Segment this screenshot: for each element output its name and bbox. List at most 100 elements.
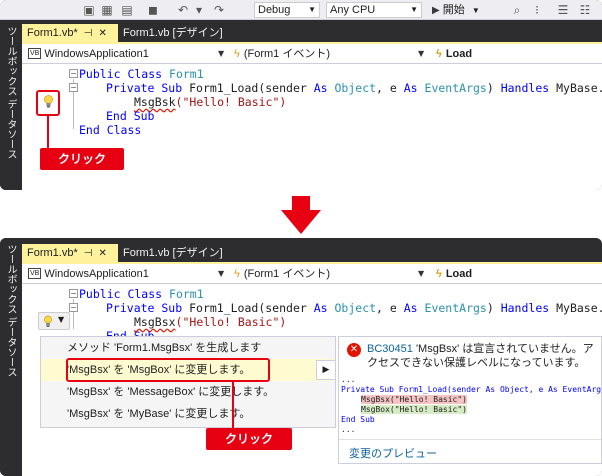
collapse-icon[interactable]: −	[69, 83, 78, 92]
object-value: (Form1 イベント)	[243, 268, 330, 280]
project-dropdown[interactable]: VB WindowsApplication1	[28, 44, 228, 64]
object-dropdown[interactable]: ϟ (Form1 イベント)	[234, 44, 424, 64]
code-line-sub: Private Sub Form1_Load(sender As Object,…	[106, 301, 602, 315]
menu-item-change-to-mybase[interactable]: 'MsgBsx' を 'MyBase' に変更します。	[41, 403, 335, 425]
tab-form1-vb[interactable]: Form1.vb* ⊣ ✕	[22, 244, 118, 262]
project-value: WindowsApplication1	[44, 268, 149, 280]
submenu-arrow-icon[interactable]: ▶	[316, 360, 336, 380]
chevron-down-icon[interactable]: ▾	[192, 3, 206, 17]
tab-form1-design[interactable]: Form1.vb [デザイン]	[118, 244, 258, 262]
member-dropdown[interactable]: ϟ Load	[436, 264, 602, 284]
chevron-down-icon[interactable]: ▼	[418, 264, 424, 284]
config-dropdown[interactable]: Debug ▼	[254, 2, 320, 18]
side-panel[interactable]: ツールボックス データソース	[0, 20, 20, 190]
preview-divider	[339, 439, 601, 440]
code-line-msgbox: MsgBsk("Hello! Basic")	[134, 95, 286, 109]
identifier: , e	[376, 301, 404, 315]
pin-icon[interactable]: ⊣	[84, 25, 93, 43]
code-line-class: Public Class Form1	[79, 67, 204, 81]
editor-gutter	[22, 64, 44, 190]
type-name: Object	[334, 81, 377, 95]
side-panel-label: ツールボックス データソース	[5, 26, 16, 160]
lightbulb-dropdown[interactable]: ▼	[38, 312, 70, 330]
identifier: )	[486, 301, 501, 315]
keyword: As	[313, 301, 335, 315]
callout-pointer	[47, 116, 49, 148]
lightbulb-icon	[44, 95, 53, 108]
keyword: Private Sub	[106, 81, 190, 95]
type-name: Object	[334, 301, 377, 315]
identifier: , e	[376, 81, 404, 95]
close-icon[interactable]: ✕	[98, 245, 106, 263]
chevron-down-icon: ▼	[410, 5, 418, 14]
preview-changes-link[interactable]: 変更のプレビュー	[349, 445, 437, 461]
menu-item-generate-method[interactable]: メソッド 'Form1.MsgBsx' を生成します	[41, 337, 335, 359]
preview-line-end-sub: End Sub	[341, 415, 375, 424]
error-identifier[interactable]: MsgBsk	[134, 95, 176, 109]
chevron-down-icon[interactable]: ▼	[218, 44, 224, 64]
play-icon: ▶	[432, 5, 440, 16]
start-button[interactable]: ▶ 開始 ▼	[432, 2, 480, 19]
folder-icon[interactable]: ▤	[120, 3, 134, 17]
string-literal: ("Hello! Basic")	[175, 95, 287, 109]
menu-item-change-to-messagebox[interactable]: 'MsgBsx' を 'MessageBox' に変更します。	[41, 381, 335, 403]
chevron-down-icon[interactable]: ▼	[418, 44, 424, 64]
member-dropdown[interactable]: ϟ Load	[436, 44, 602, 64]
keyword: As	[403, 301, 425, 315]
keyword: As	[313, 81, 335, 95]
type-name: Form1	[169, 67, 204, 81]
undo-icon[interactable]: ↶	[176, 3, 190, 17]
save-button-icon[interactable]: ◼	[146, 3, 160, 17]
uncomment-icon[interactable]: ☷	[578, 3, 592, 17]
chevron-down-icon: ▼	[471, 6, 480, 15]
pin-icon[interactable]: ⊣	[84, 245, 93, 263]
preview-ellipsis: ...	[341, 375, 356, 384]
tab-form1-design[interactable]: Form1.vb [デザイン]	[118, 24, 258, 42]
close-icon[interactable]: ✕	[98, 25, 106, 43]
redo-icon[interactable]: ↷	[212, 3, 226, 17]
lightbulb-icon	[44, 315, 52, 327]
type-name: EventArgs	[424, 81, 487, 95]
tab-form1-vb[interactable]: Form1.vb* ⊣ ✕	[22, 24, 118, 42]
keyword: As	[403, 81, 425, 95]
string-literal: ("Hello! Basic")	[175, 315, 287, 329]
selected-item-highlight	[66, 358, 270, 382]
save-all-icon[interactable]: ▦	[100, 3, 114, 17]
vb-icon: VB	[28, 48, 42, 59]
start-label: 開始	[442, 4, 465, 16]
error-identifier[interactable]: MsgBsx	[134, 315, 176, 329]
code-editor[interactable]: − − Public Class Form1 Private Sub Form1…	[22, 64, 602, 190]
identifier: Form1_Load(sender	[189, 301, 314, 315]
side-panel-label: ツールボックス データソース	[5, 244, 16, 378]
error-code[interactable]: BC30451	[367, 343, 413, 355]
chevron-down-icon[interactable]: ▼	[218, 264, 224, 284]
tab-label: Form1.vb [デザイン]	[123, 247, 223, 259]
find-icon[interactable]: ⌕	[510, 3, 524, 17]
comment-icon[interactable]: ☰	[556, 3, 570, 17]
collapse-icon[interactable]: −	[69, 69, 78, 78]
click-callout-top: クリック	[40, 148, 124, 170]
event-icon: ϟ	[436, 48, 442, 60]
removed-text: MsgBsx("Hello! Basic")	[361, 395, 467, 404]
quick-actions-menu: メソッド 'Form1.MsgBsx' を生成します 'MsgBsx' を 'M…	[40, 336, 336, 428]
identifier: MyBase.Load	[556, 81, 602, 95]
chevron-down-icon: ▼	[308, 5, 316, 14]
save-icon[interactable]: ▣	[82, 3, 96, 17]
navigation-bar: VB WindowsApplication1 ▼ ϟ (Form1 イベント) ▼ …	[22, 264, 602, 284]
tab-bar: Form1.vb* ⊣ ✕ Form1.vb [デザイン]	[22, 244, 602, 262]
toolbar: ▣ ▦ ▤ ◼ ↶ ▾ ↷ Debug ▼ Any CPU ▼ ▶ 開始 ▼ ⌕ ⁝…	[0, 0, 602, 20]
preview-line-added: MsgBox("Hello! Basic")	[361, 405, 467, 415]
code-line-end-sub: End Sub	[106, 329, 155, 336]
collapse-icon[interactable]: −	[69, 289, 78, 298]
callout-pointer	[232, 382, 234, 428]
object-dropdown[interactable]: ϟ (Form1 イベント)	[234, 264, 424, 284]
side-panel[interactable]: ツールボックス データソース	[0, 238, 20, 476]
keyword: Private Sub	[106, 301, 190, 315]
collapse-icon[interactable]: −	[69, 303, 78, 312]
preview-pane: ✕ BC30451 'MsgBsx' は宣言されていません。アクセスできない保護…	[338, 336, 602, 464]
keyword: Handles	[500, 81, 557, 95]
lightbulb-highlight[interactable]	[36, 90, 60, 116]
platform-dropdown[interactable]: Any CPU ▼	[326, 2, 422, 18]
overflow-icon[interactable]: ⁝	[530, 3, 544, 17]
project-dropdown[interactable]: VB WindowsApplication1	[28, 264, 228, 284]
